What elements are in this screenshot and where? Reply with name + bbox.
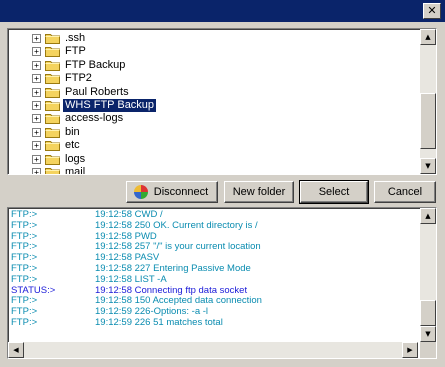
select-label: Select	[318, 186, 350, 198]
disconnect-button[interactable]: Disconnect	[126, 181, 218, 203]
new-folder-button[interactable]: New folder	[224, 181, 294, 203]
log-scroll-left-button[interactable]: ◀	[8, 342, 24, 358]
folder-icon	[45, 33, 60, 44]
log-entry-source: FTP:>	[11, 209, 38, 220]
log-entry-message: 19:12:58 PASV	[95, 252, 160, 264]
log-panel[interactable]: FTP:> 19:12:58 CWD / FTP:> 19:12:58 250 OK.…	[7, 207, 437, 359]
title-bar: ✕	[0, 0, 445, 22]
log-entry-message: 19:12:58 227 Entering Passive Mode	[95, 263, 251, 274]
tree-item[interactable]: + WHS FTP Backup	[32, 99, 157, 112]
tree-item[interactable]: + FTP2	[32, 72, 94, 85]
folder-icon	[45, 87, 60, 98]
folder-icon	[45, 140, 60, 152]
log-entry-source: FTP:>	[11, 263, 38, 274]
disconnect-icon	[134, 185, 148, 199]
log-entry-message: 19:12:58 PWD	[95, 230, 157, 242]
tree-item-label: .ssh	[65, 32, 86, 44]
scroll-corner	[420, 342, 436, 358]
folder-icon	[45, 113, 60, 125]
folder-icon	[45, 60, 60, 71]
tree-item[interactable]: + access-logs	[32, 112, 125, 125]
log-scroll-right-button[interactable]: ▶	[402, 342, 418, 358]
log-entry-source: STATUS:>	[11, 284, 56, 296]
log-scroll-up-button[interactable]: ▲	[420, 208, 436, 224]
tree-item[interactable]: + .ssh	[32, 32, 87, 45]
log-entry-source: FTP:>	[11, 306, 38, 318]
folder-icon	[45, 154, 60, 165]
scroll-down-button[interactable]: ▼	[420, 158, 436, 174]
tree-item-label: mail	[65, 166, 86, 175]
log-entry-source: FTP:>	[11, 241, 38, 253]
new-folder-label: New folder	[232, 186, 286, 198]
log-scroll-thumb[interactable]	[420, 300, 436, 326]
log-entry-message: 19:12:59 226 51 matches total	[95, 317, 223, 328]
expand-icon[interactable]: +	[32, 74, 41, 84]
folder-icon	[45, 100, 60, 111]
tree-item-label: logs	[65, 152, 86, 165]
log-entry-message: 19:12:58 257 "/" is your current locatio…	[95, 241, 261, 253]
log-scroll-down-button[interactable]: ▼	[420, 326, 436, 342]
tree-item-label: WHS FTP Backup	[63, 99, 157, 112]
tree-item[interactable]: + Paul Roberts	[32, 86, 131, 99]
close-button[interactable]: ✕	[423, 3, 441, 19]
expand-icon[interactable]: +	[32, 154, 41, 164]
tree-item[interactable]: + logs	[32, 153, 87, 166]
log-entry-message: 19:12:58 150 Accepted data connection	[95, 295, 262, 307]
tree-item[interactable]: + FTP Backup	[32, 59, 127, 72]
tree-item-label: etc	[65, 139, 80, 152]
log-entry-message: 19:12:58 LIST -A	[95, 273, 167, 285]
log-entry-message: 19:12:58 250 OK. Current directory is /	[95, 219, 258, 231]
folder-icon	[45, 167, 60, 174]
expand-icon[interactable]: +	[32, 101, 41, 110]
folder-icon	[45, 127, 60, 138]
expand-icon[interactable]: +	[32, 47, 41, 57]
log-entry-source: FTP:>	[11, 273, 38, 285]
tree-item-label: FTP2	[65, 72, 92, 85]
log-vertical-scrollbar[interactable]: ▲ ▼	[420, 208, 436, 342]
log-entry-source: FTP:>	[11, 230, 38, 242]
log-entry-message: 19:12:58 Connecting ftp data socket	[95, 284, 248, 296]
tree-item[interactable]: + bin	[32, 126, 82, 139]
tree-item[interactable]: + etc	[32, 139, 82, 152]
tree-item-label: FTP	[65, 45, 86, 58]
log-entry-source: FTP:>	[11, 317, 38, 328]
log-entry-source: FTP:>	[11, 219, 38, 231]
tree-item-label: bin	[65, 125, 80, 138]
tree-item-label: access-logs	[65, 112, 124, 125]
cancel-label: Cancel	[387, 186, 423, 198]
tree-item[interactable]: + FTP	[32, 45, 88, 58]
folder-icon	[45, 46, 60, 58]
cancel-button[interactable]: Cancel	[374, 181, 436, 203]
scroll-up-button[interactable]: ▲	[420, 29, 436, 45]
scroll-thumb[interactable]	[420, 93, 436, 149]
expand-icon[interactable]: +	[32, 141, 41, 151]
expand-icon[interactable]: +	[32, 168, 41, 174]
folder-icon	[45, 73, 60, 85]
log-entry-message: 19:12:58 CWD /	[95, 209, 163, 220]
expand-icon[interactable]: +	[32, 34, 41, 43]
tree-item[interactable]: + mail	[32, 166, 87, 175]
tree-vertical-scrollbar[interactable]: ▲ ▼	[420, 29, 436, 174]
tree-item-label: Paul Roberts	[65, 85, 129, 98]
folder-tree[interactable]: + .ssh + FTP + FTP Backup + FTP2 + Paul Roberts + W…	[7, 28, 437, 175]
log-entry-source: FTP:>	[11, 252, 38, 264]
close-icon: ✕	[427, 4, 437, 17]
select-button[interactable]: Select	[299, 180, 369, 204]
log-entry-source: FTP:>	[11, 295, 38, 307]
expand-icon[interactable]: +	[32, 114, 41, 124]
expand-icon[interactable]: +	[32, 60, 41, 70]
expand-icon[interactable]: +	[32, 127, 41, 137]
expand-icon[interactable]: +	[32, 87, 41, 97]
log-horizontal-scrollbar[interactable]: ◀ ▶	[8, 342, 418, 358]
tree-item-label: FTP Backup	[65, 58, 126, 71]
log-entry-message: 19:12:59 226-Options: -a -l	[95, 306, 209, 318]
